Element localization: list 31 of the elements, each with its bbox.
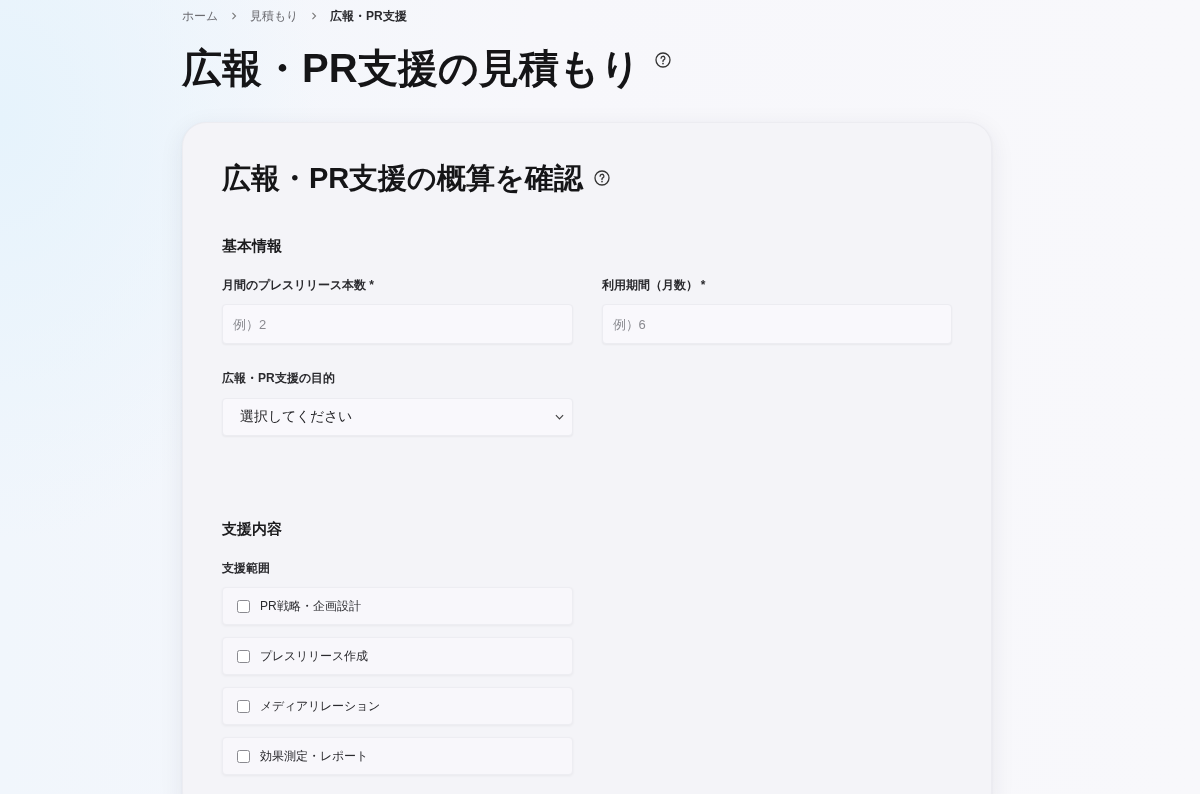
option-label: プレスリリース作成: [260, 648, 368, 664]
field-label: 広報・PR支援の目的: [222, 370, 335, 386]
input-field[interactable]: 例）2: [222, 304, 573, 344]
checkbox[interactable]: [237, 749, 250, 763]
section-heading: 基本情報: [222, 236, 282, 256]
option-label: メディアリレーション: [260, 698, 380, 714]
field-label: 月間のプレスリリース本数 *: [222, 277, 374, 293]
option-label: 効果測定・レポート: [260, 748, 368, 764]
section-heading: 支援内容: [222, 519, 282, 539]
option-card[interactable]: PR戦略・企画設計: [222, 587, 573, 625]
page-title: 広報・PR支援の見積もり: [182, 45, 641, 92]
checkbox[interactable]: [237, 599, 250, 613]
breadcrumb-current: 広報・PR支援: [330, 8, 407, 24]
help-icon[interactable]: [594, 170, 611, 186]
option-card[interactable]: 効果測定・レポート: [222, 737, 573, 775]
checkbox[interactable]: [237, 649, 250, 663]
help-icon[interactable]: [654, 52, 671, 68]
select-field[interactable]: 選択してください: [222, 398, 573, 436]
field-label: 利用期間（月数） *: [601, 277, 706, 293]
option-card[interactable]: メディアリレーション: [222, 687, 573, 725]
field-label: 支援範囲: [222, 560, 270, 576]
option-card[interactable]: プレスリリース作成: [222, 637, 573, 675]
breadcrumb-link[interactable]: 見積もり: [250, 8, 298, 24]
breadcrumb-link[interactable]: ホーム: [182, 8, 218, 24]
chevron-right-icon: [231, 12, 237, 20]
checkbox[interactable]: [237, 699, 250, 713]
card-title: 広報・PR支援の概算を確認: [222, 161, 584, 196]
option-label: PR戦略・企画設計: [260, 598, 361, 614]
chevron-down-icon: [554, 414, 564, 420]
input-field[interactable]: 例）6: [601, 304, 952, 344]
chevron-right-icon: [311, 12, 317, 20]
